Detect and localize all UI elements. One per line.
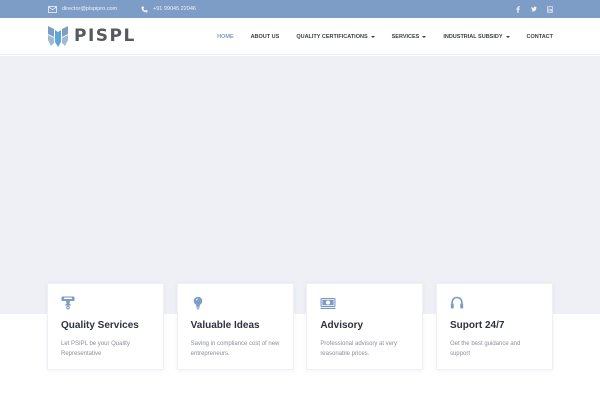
nav-item-quality-certifications[interactable]: QUALITY CERTIFICATIONS	[296, 33, 375, 40]
stamp-icon	[61, 296, 75, 310]
nav-item-label: ABOUT US	[250, 33, 280, 40]
nav-item-label: HOME	[217, 33, 234, 40]
caret-down-icon	[370, 35, 375, 38]
feature-card[interactable]: Suport 24/7 Get the best guidance and sup…	[435, 283, 553, 370]
feature-cards: Quality Services Let PSIPL be your Qualit…	[47, 283, 553, 370]
nav-item-label: SERVICES	[391, 33, 420, 40]
main-nav: HOME ABOUT US QUALITY CERTIFICATIONS SERVIC…	[200, 18, 553, 55]
feature-card[interactable]: Advisory Professional advisory at very re…	[306, 283, 424, 370]
linkedin-icon[interactable]	[547, 5, 553, 13]
phone-text: +91 99045 22046	[153, 6, 196, 12]
headset-icon	[450, 296, 464, 310]
nav-item-about-us[interactable]: ABOUT US	[251, 34, 280, 40]
top-bar: director@pispipro.com +91 99045 22046	[0, 0, 600, 18]
feature-title: Quality Services	[61, 320, 139, 331]
phone-icon	[141, 6, 148, 12]
feature-title: Advisory	[320, 320, 364, 331]
feature-title: Valuable Ideas	[190, 320, 260, 331]
feature-title: Suport 24/7	[449, 320, 505, 331]
nav-item-label: QUALITY CERTIFICATIONS	[296, 33, 368, 40]
nav-item-label: CONTACT	[526, 33, 553, 40]
feature-description: Get the best guidance and support	[449, 341, 521, 357]
nav-item-contact[interactable]: CONTACT	[527, 34, 553, 40]
feature-card[interactable]: Quality Services Let PSIPL be your Qualit…	[47, 283, 164, 370]
email-contact[interactable]: director@pispipro.com	[48, 0, 117, 18]
feature-description: Let PSIPL be your Quality Representative	[61, 341, 130, 357]
twitter-icon[interactable]	[531, 5, 537, 13]
nav-item-label: INDUSTRIAL SUBSIDY	[443, 33, 503, 40]
facebook-icon[interactable]	[515, 5, 521, 13]
email-text: director@pispipro.com	[62, 6, 118, 12]
nav-item-home[interactable]: HOME	[217, 34, 234, 40]
logo-text: PISPL	[74, 26, 136, 46]
phone-contact[interactable]: +91 99045 22046	[141, 0, 196, 18]
feature-description: Saving in compliance cost of new entrepr…	[190, 341, 280, 357]
feature-description: Professional advisory at very reasonable…	[320, 341, 398, 357]
site-header: PISPL HOME ABOUT US QUALITY CERTIFICATIONS…	[0, 18, 600, 55]
money-icon	[320, 296, 336, 310]
envelope-icon	[48, 5, 57, 13]
nav-item-industrial-subsidy[interactable]: INDUSTRIAL SUBSIDY	[443, 33, 510, 40]
social-links	[515, 0, 553, 18]
logo-mark-icon	[48, 26, 68, 47]
nav-item-services[interactable]: SERVICES	[392, 34, 427, 40]
caret-down-icon	[505, 35, 510, 38]
caret-down-icon	[422, 35, 427, 38]
logo[interactable]: PISPL	[47, 23, 136, 49]
feature-card[interactable]: Valuable Ideas Saving in compliance cost …	[176, 283, 294, 370]
lightbulb-icon	[191, 296, 205, 310]
hero-banner	[0, 56, 600, 314]
